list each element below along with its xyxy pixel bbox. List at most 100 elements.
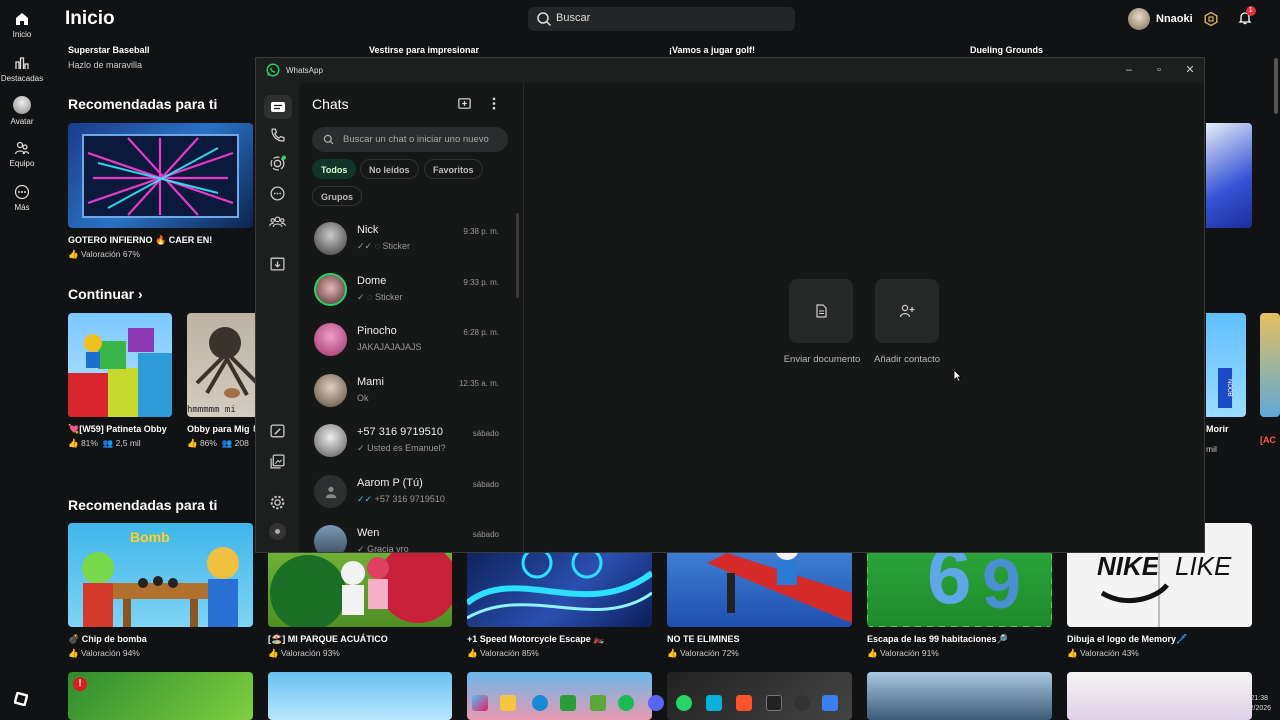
avatar[interactable]	[1128, 8, 1150, 30]
username[interactable]: Nnaoki	[1156, 13, 1193, 25]
spotify-icon[interactable]	[618, 695, 634, 711]
page-scrollbar[interactable]	[1274, 58, 1278, 114]
new-chat-icon[interactable]	[457, 96, 472, 111]
close-button[interactable]: ✕	[1182, 62, 1198, 78]
discord-icon[interactable]	[648, 695, 664, 711]
search-icon	[323, 134, 334, 145]
chat-row[interactable]: Aarom P (Tú) sábado ✓✓ +57 316 9719510	[299, 469, 517, 520]
continue-card-partial[interactable]: NOOB Morir mil	[1206, 313, 1246, 454]
media-icon[interactable]	[269, 453, 286, 470]
status-icon[interactable]	[269, 155, 286, 172]
continue-card-partial-2[interactable]: [AC	[1260, 313, 1280, 446]
obs-icon[interactable]	[794, 695, 810, 711]
filter-favoritos[interactable]: Favoritos	[424, 159, 483, 179]
game-rating: 👍 Valoración 93%	[268, 648, 340, 658]
thumbnail-text: hmmmmm mi	[187, 405, 236, 415]
chat-row[interactable]: Dome 9:33 p. m. ✓ ◌ Sticker	[299, 267, 517, 318]
nav-avatar[interactable]: Avatar	[0, 96, 44, 126]
contact-avatar	[314, 323, 347, 356]
chat-time: sábado	[472, 530, 499, 539]
top-game-4[interactable]: Dueling Grounds	[970, 45, 1043, 55]
whatsapp-nav-rail	[256, 83, 299, 552]
chat-row[interactable]: Nick 9:38 p. m. ✓✓ ◌ Sticker	[299, 216, 517, 267]
archive-icon[interactable]	[269, 255, 286, 272]
game-card[interactable]: GOTERO INFIERNO 🔥 CAER EN! 👍 Valoración …	[68, 123, 253, 260]
nav-home[interactable]: Inicio	[0, 11, 44, 39]
maximize-button[interactable]: ▫	[1151, 62, 1167, 78]
folder-icon[interactable]	[500, 695, 516, 711]
nav-team[interactable]: Equipo	[0, 140, 44, 168]
contact-name: Mami	[357, 376, 384, 388]
chat-row[interactable]: Wen sábado ✓ Gracia vro	[299, 519, 517, 553]
double-check-icon: ✓✓	[357, 494, 373, 504]
notifications-button[interactable]: 1	[1237, 5, 1256, 29]
game-rating: 👍 Valoración 67%	[68, 249, 140, 259]
nav-charts[interactable]: Destacadas	[0, 55, 44, 83]
send-document-button[interactable]	[789, 279, 853, 343]
game-title: 💣 Chip de bomba	[68, 634, 147, 644]
menu-icon[interactable]	[488, 96, 500, 111]
chat-row[interactable]: Mami 12:35 a. m. Ok	[299, 368, 517, 419]
game-title: 💘[W59] Patineta Obby	[68, 424, 167, 434]
brave-icon[interactable]	[736, 695, 752, 711]
edge-icon[interactable]	[532, 695, 548, 711]
chat-row[interactable]: Pinocho 6:28 p. m. JAKAJAJAJAJS	[299, 317, 517, 368]
notification-badge: 1	[1245, 5, 1256, 16]
add-contact-label: Añadir contacto	[873, 354, 940, 365]
check-icon: ✓	[357, 292, 365, 302]
default-avatar-icon	[314, 475, 347, 508]
filter-grupos[interactable]: Grupos	[312, 186, 363, 206]
profile-icon[interactable]	[269, 523, 286, 540]
robux-icon[interactable]	[1203, 11, 1219, 27]
continue-card-2[interactable]: hmmmmm mi Obby para Mig 💀🙏 👍 86% 👥 208	[187, 313, 255, 449]
chats-icon[interactable]	[264, 95, 292, 119]
game-title: Dueling Grounds	[970, 45, 1043, 55]
capcut-icon[interactable]	[706, 695, 722, 711]
clock[interactable]: 21:38 10/02/2026	[1236, 694, 1271, 714]
roblox-search-input[interactable]: Buscar	[528, 7, 795, 31]
roblox-studio-icon[interactable]	[822, 695, 838, 711]
chat-main-panel: Enviar documento Añadir contacto	[523, 83, 1204, 552]
add-contact-button[interactable]	[875, 279, 939, 343]
chat-search-input[interactable]: Buscar un chat o iniciar uno nuevo	[312, 127, 508, 152]
page-title: Inicio	[65, 8, 115, 29]
game-rating: 👍 Valoración 72%	[667, 648, 739, 658]
game-thumbnail	[1260, 313, 1280, 417]
game-stats: 👍 81% 👥 2,5 mil	[68, 438, 141, 448]
contact-name: Wen	[357, 527, 380, 539]
whatsapp-titlebar[interactable]: WhatsApp – ▫ ✕	[256, 58, 1204, 83]
continue-card-1[interactable]: 💘[W59] Patineta Obby 👍 81% 👥 2,5 mil	[68, 313, 172, 449]
settings-icon[interactable]	[269, 494, 286, 511]
starred-icon[interactable]	[269, 423, 286, 440]
filter-todos[interactable]: Todos	[312, 159, 357, 179]
top-game-1[interactable]: Superstar Baseball Hazlo de maravilla	[68, 45, 150, 70]
store-icon[interactable]	[560, 695, 576, 711]
whatsapp-taskbar-icon[interactable]	[676, 695, 692, 711]
minimize-button[interactable]: –	[1121, 62, 1137, 78]
communities-icon[interactable]	[269, 213, 286, 230]
app-icon[interactable]	[766, 695, 782, 711]
filter-no-leidos[interactable]: No leídos	[360, 159, 419, 179]
user-menu[interactable]: Nnaoki 1	[1128, 5, 1256, 30]
chat-list-scrollbar[interactable]	[516, 213, 519, 298]
chat-preview: ✓ Gracia vro	[357, 544, 409, 553]
channels-icon[interactable]	[269, 185, 286, 202]
top-game-3[interactable]: ¡Vamos a jugar golf!	[669, 45, 755, 55]
top-game-2[interactable]: Vestirse para impresionar	[369, 45, 479, 55]
phone-icon[interactable]	[269, 127, 286, 144]
copilot-icon[interactable]	[472, 695, 488, 711]
section-continue[interactable]: Continuar ›	[68, 286, 143, 302]
contact-avatar	[314, 222, 347, 255]
roblox-logo-icon[interactable]	[14, 692, 28, 706]
minecraft-icon[interactable]	[590, 695, 606, 711]
check-icon: ✓	[357, 443, 365, 453]
rec-card-1[interactable]: Bomb 💣 Chip de bomba 👍 Valoración 94%	[68, 523, 253, 659]
nav-more[interactable]: Más	[0, 184, 44, 212]
game-card-partial[interactable]	[1206, 123, 1252, 228]
nav-home-label: Inicio	[12, 30, 32, 39]
chat-row[interactable]: +57 316 9719510 sábado ✓ Usted es Emanue…	[299, 418, 517, 469]
game-thumbnail: Bomb	[68, 523, 253, 627]
contact-avatar	[314, 525, 347, 552]
search-placeholder: Buscar	[556, 12, 591, 24]
game-title: +1 Speed Motorcycle Escape 🏍️	[467, 634, 605, 644]
